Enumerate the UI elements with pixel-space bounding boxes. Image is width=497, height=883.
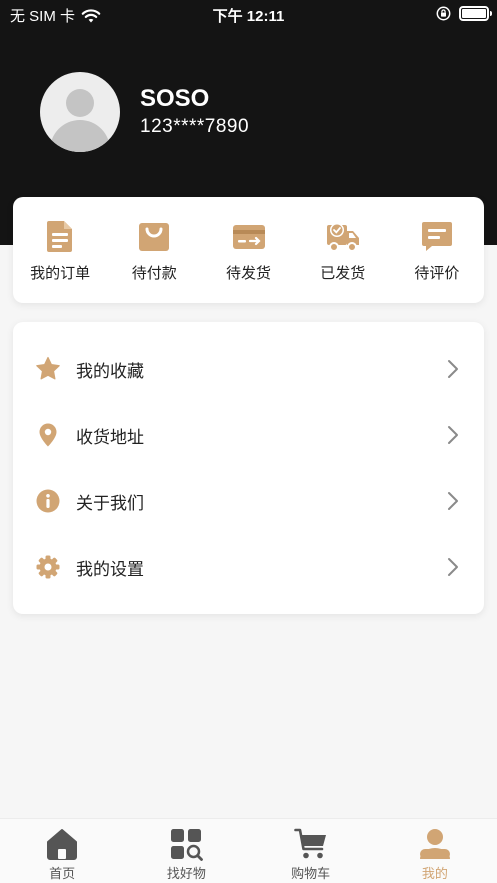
card-send-icon xyxy=(232,225,265,249)
phone-number: 123****7890 xyxy=(140,116,250,137)
chevron-right-icon xyxy=(448,426,458,444)
tab-discover[interactable]: 找好物 xyxy=(124,819,248,883)
menu-card: 我的收藏 收货地址 关于我们 我的设置 xyxy=(13,322,484,614)
order-item-to-ship[interactable]: 待发货 xyxy=(201,197,295,303)
order-status-card: 我的订单 待付款 待发货 已发货 待评价 xyxy=(13,197,484,303)
tab-home[interactable]: 首页 xyxy=(0,819,124,883)
profile-section[interactable]: SOSO 123****7890 xyxy=(40,72,249,152)
menu-item-favorites[interactable]: 我的收藏 xyxy=(13,336,484,402)
cart-icon xyxy=(293,828,326,859)
order-label: 待付款 xyxy=(131,265,177,282)
tab-label: 我的 xyxy=(421,866,448,881)
chevron-right-icon xyxy=(448,360,458,378)
status-time: 下午 12:11 xyxy=(212,8,285,25)
info-icon xyxy=(35,488,61,514)
bottom-tab-bar: 首页 找好物 购物车 我的 xyxy=(0,818,497,883)
order-item-to-review[interactable]: 待评价 xyxy=(390,197,484,303)
document-icon xyxy=(47,221,73,252)
order-label: 已发货 xyxy=(320,265,366,282)
comment-icon xyxy=(421,222,452,251)
gear-icon xyxy=(35,554,61,580)
tab-label: 购物车 xyxy=(291,866,331,881)
order-item-shipped[interactable]: 已发货 xyxy=(296,197,390,303)
menu-item-about[interactable]: 关于我们 xyxy=(13,468,484,534)
chevron-right-icon xyxy=(448,558,458,576)
tab-label: 找好物 xyxy=(166,866,206,881)
tab-label: 首页 xyxy=(49,866,76,881)
menu-item-settings[interactable]: 我的设置 xyxy=(13,534,484,600)
order-label: 待发货 xyxy=(226,265,272,282)
menu-label: 关于我们 xyxy=(76,493,144,513)
order-item-my-orders[interactable]: 我的订单 xyxy=(13,197,107,303)
menu-item-address[interactable]: 收货地址 xyxy=(13,402,484,468)
username: SOSO xyxy=(140,85,210,112)
battery-icon xyxy=(459,6,492,21)
status-bar: 无 SIM 卡 下午 12:11 xyxy=(0,0,497,30)
order-item-pending-payment[interactable]: 待付款 xyxy=(107,197,201,303)
tab-mine[interactable]: 我的 xyxy=(373,819,497,883)
avatar[interactable] xyxy=(40,72,120,152)
home-icon xyxy=(47,829,78,860)
delivery-truck-icon xyxy=(326,223,359,252)
menu-label: 我的设置 xyxy=(76,559,144,579)
star-icon xyxy=(35,356,61,382)
user-icon xyxy=(419,829,450,859)
menu-label: 我的收藏 xyxy=(76,361,144,381)
shopping-bag-icon xyxy=(139,223,170,251)
order-label: 待评价 xyxy=(414,265,460,282)
order-label: 我的订单 xyxy=(30,265,91,282)
orientation-lock-icon xyxy=(436,6,451,21)
location-pin-icon xyxy=(35,422,61,448)
chevron-right-icon xyxy=(448,492,458,510)
status-right xyxy=(436,6,492,21)
tab-cart[interactable]: 购物车 xyxy=(249,819,373,883)
profile-info: SOSO 123****7890 xyxy=(140,85,249,139)
menu-label: 收货地址 xyxy=(76,427,144,447)
grid-search-icon xyxy=(171,829,204,861)
